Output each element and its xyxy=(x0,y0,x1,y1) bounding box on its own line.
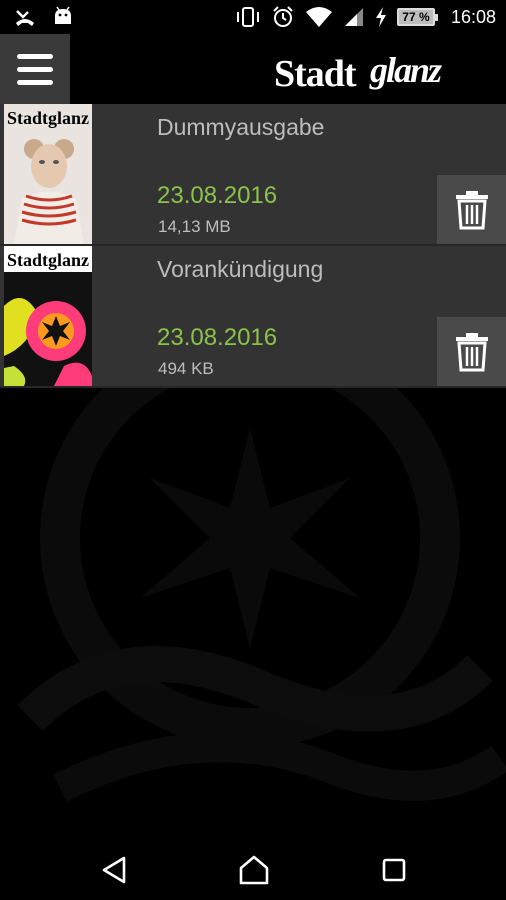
issue-row[interactable]: Stadtglanz Vorankündigung 23.08.2016 494… xyxy=(0,246,506,388)
recents-icon xyxy=(382,858,406,882)
issue-size: 14,13 MB xyxy=(158,217,231,236)
trash-icon xyxy=(455,190,488,229)
delete-button[interactable] xyxy=(437,175,506,244)
missed-call-icon xyxy=(16,10,34,26)
issue-title: Vorankündigung xyxy=(157,256,324,282)
back-icon xyxy=(102,856,126,884)
hamburger-menu-icon xyxy=(17,53,53,59)
menu-button[interactable] xyxy=(0,34,70,104)
background-watermark xyxy=(17,388,506,802)
battery-icon: 77 % xyxy=(396,8,438,26)
issue-size: 494 KB xyxy=(158,359,214,378)
alarm-icon xyxy=(273,6,293,27)
cover-brand: Stadtglanz xyxy=(7,108,89,128)
status-left-icons xyxy=(14,6,74,28)
cover-brand: Stadtglanz xyxy=(7,250,89,270)
issue-title: Dummyausgabe xyxy=(157,114,325,140)
brand-logo-part2: glanz xyxy=(369,50,442,90)
cover-image: Stadtglanz xyxy=(4,246,92,386)
issue-list: Stadtglanz Dummyausgabe 23.08.2016 14,13… xyxy=(0,104,506,388)
wifi-icon xyxy=(305,7,332,27)
battery-level: 77 % xyxy=(402,10,430,24)
navigation-bar xyxy=(0,838,506,900)
brand-logo-part1: Stadt xyxy=(274,53,357,92)
signal-icon xyxy=(344,8,363,26)
recents-button[interactable] xyxy=(376,852,412,888)
home-icon xyxy=(239,855,269,885)
brand-logo: Stadt glanz xyxy=(274,50,444,92)
cover-image: Stadtglanz xyxy=(4,104,92,244)
status-bar: 77 % 16:08 xyxy=(0,0,506,34)
issue-date: 23.08.2016 xyxy=(157,324,278,351)
back-button[interactable] xyxy=(96,852,132,888)
charging-icon xyxy=(375,7,386,27)
vibrate-icon xyxy=(236,7,259,27)
delete-button[interactable] xyxy=(437,317,506,386)
home-button[interactable] xyxy=(236,852,272,888)
trash-icon xyxy=(455,332,488,371)
app-header: Stadt glanz xyxy=(0,34,506,104)
issue-date: 23.08.2016 xyxy=(157,182,278,209)
issue-row[interactable]: Stadtglanz Dummyausgabe 23.08.2016 14,13… xyxy=(0,104,506,246)
android-icon xyxy=(55,6,71,24)
status-right-icons: 77 % 16:08 xyxy=(235,0,496,34)
issue-cover[interactable]: Stadtglanz xyxy=(4,246,92,386)
issue-cover[interactable]: Stadtglanz xyxy=(4,104,92,244)
status-time: 16:08 xyxy=(450,6,496,27)
